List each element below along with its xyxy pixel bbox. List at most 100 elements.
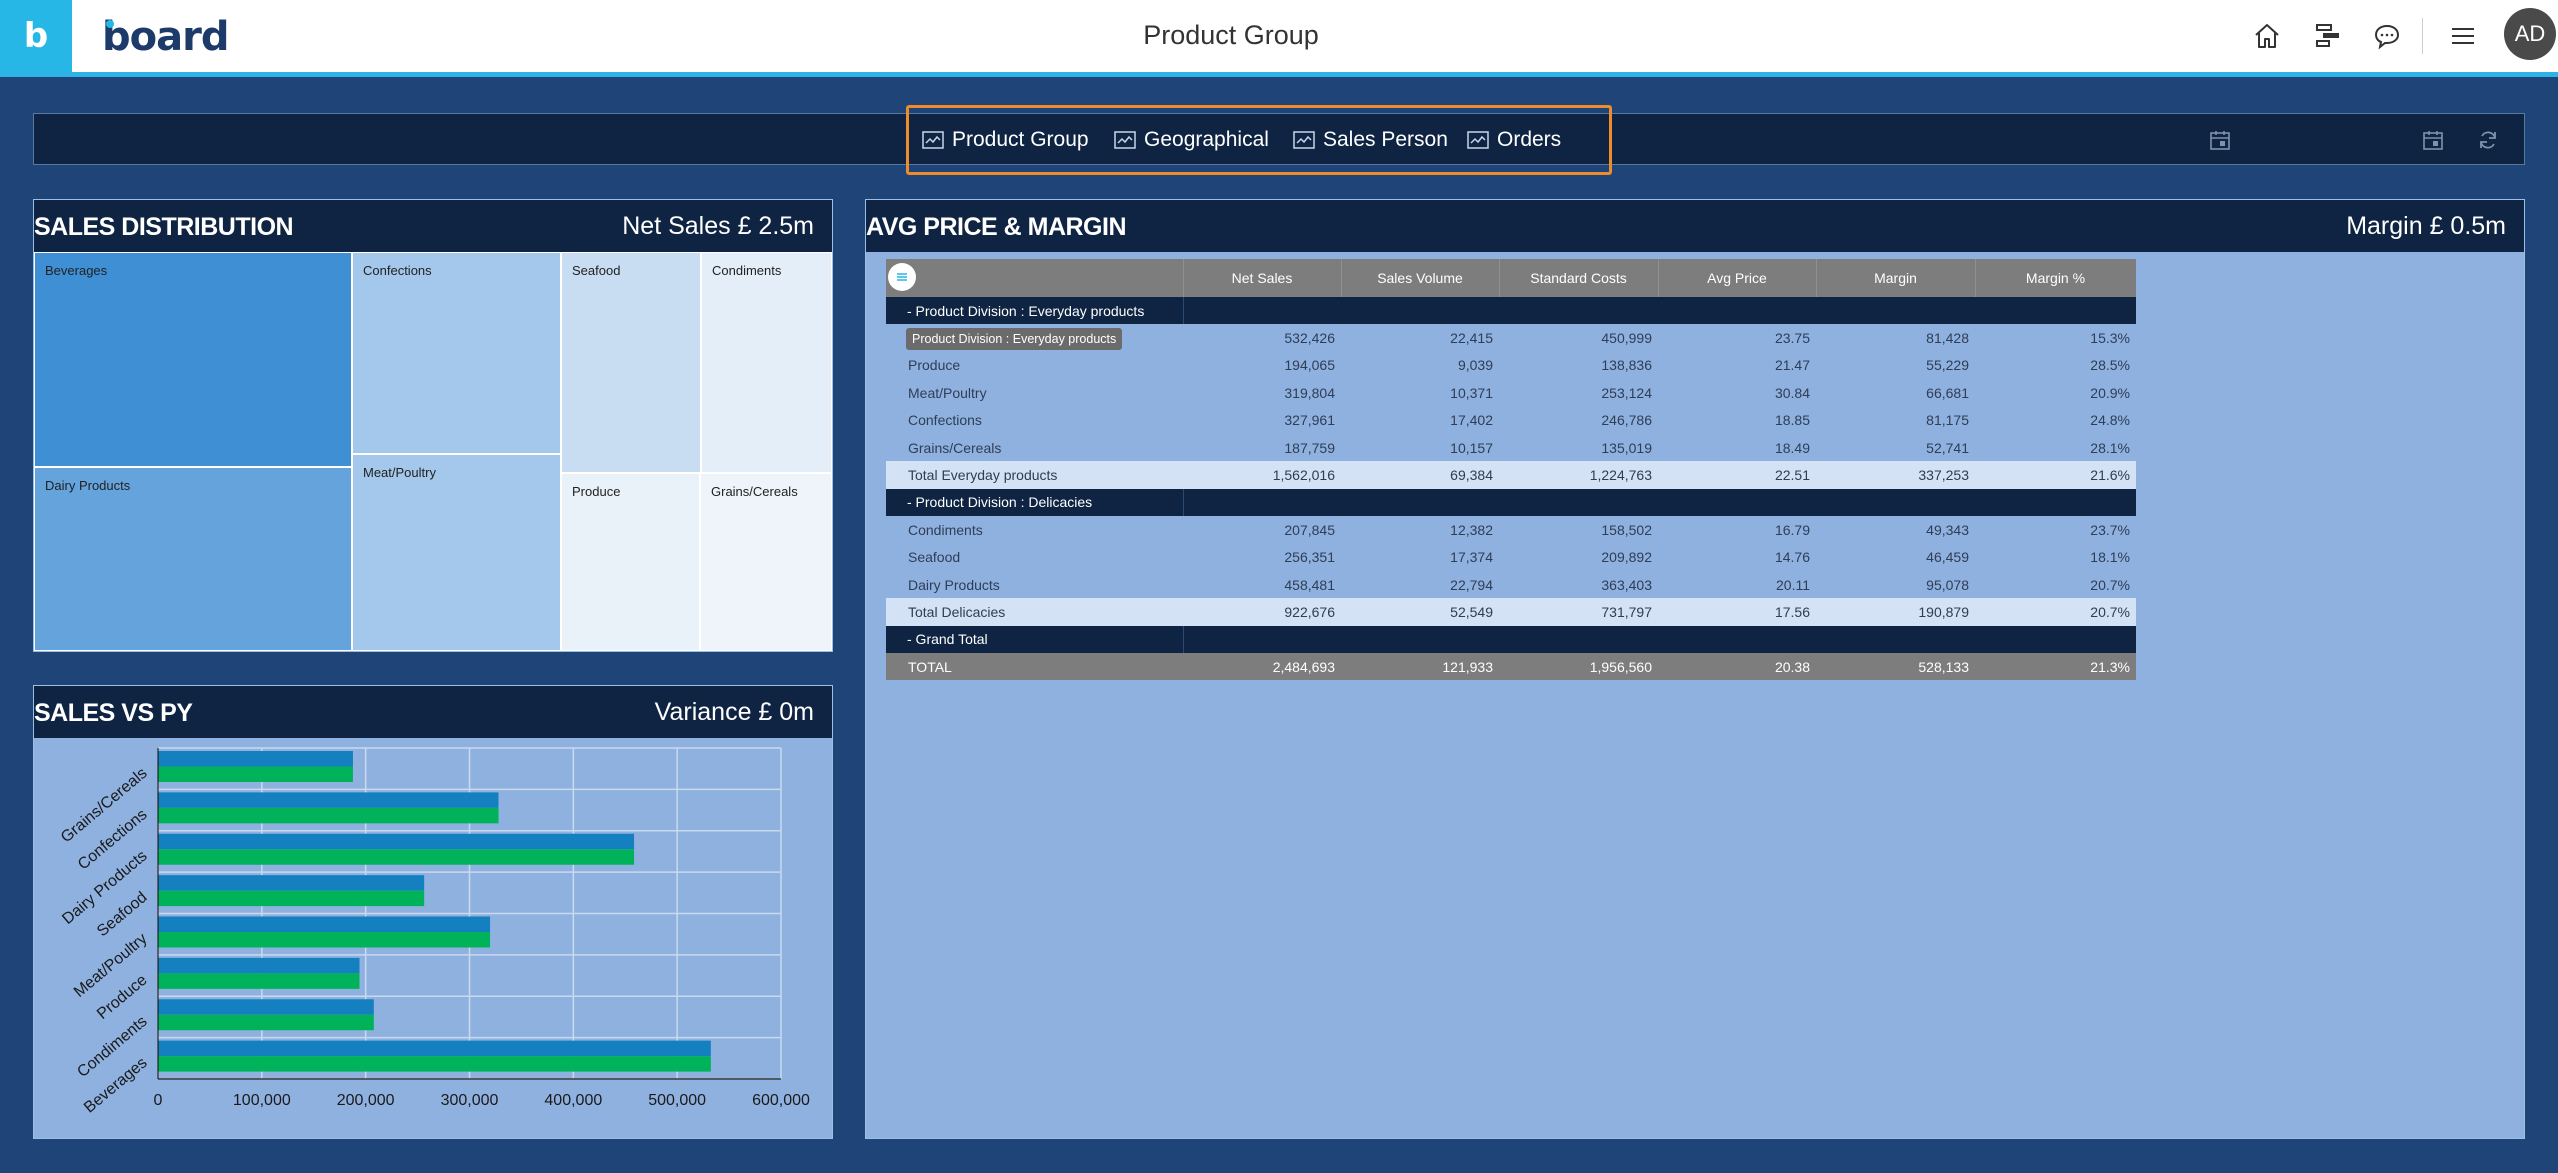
column-header-sales-volume[interactable]: Sales Volume: [1341, 259, 1499, 297]
panel-title: SALES DISTRIBUTION: [34, 213, 294, 241]
cell-net-sales: 327,961: [1284, 412, 1335, 429]
home-icon[interactable]: [2249, 18, 2285, 54]
column-header-standard-costs[interactable]: Standard Costs: [1499, 259, 1658, 297]
treemap-cell-beverages[interactable]: Beverages: [34, 252, 352, 467]
sales-vs-py-bar-chart: 0 100,000 200,000 300,000 400,000 500,000 600,…: [58, 747, 810, 1117]
treemap-cell-produce[interactable]: Produce: [561, 473, 700, 651]
menu-item-geographical[interactable]: Geographical: [1114, 127, 1269, 153]
cell-net-sales: 194,065: [1284, 357, 1335, 374]
treemap-cell-seafood[interactable]: Seafood: [561, 252, 701, 473]
table-row: Dairy Products 458,481 22,794 363,403 20.11 9…: [886, 571, 2136, 598]
treemap-cell-meat-poultry[interactable]: Meat/Poultry: [352, 454, 561, 651]
bar-grains-cereals-s2[interactable]: [158, 766, 353, 783]
layout-icon[interactable]: [2310, 18, 2346, 54]
cell-avg-price: 18.49: [1774, 439, 1810, 456]
row-label: Produce: [908, 357, 961, 374]
cell-avg-price: 22.51: [1774, 467, 1810, 484]
bar-condiments-s1[interactable]: [158, 999, 374, 1015]
cell-margin: 20.9%: [2090, 384, 2130, 401]
cell-sales-volume: 22,415: [1450, 330, 1493, 347]
cell-net-sales: 1,562,016: [1272, 467, 1335, 484]
table-row: Seafood 256,351 17,374 209,892 14.76 46,459 18…: [886, 544, 2136, 571]
menu-item-sales-person[interactable]: Sales Person: [1293, 127, 1448, 153]
bar-beverages-s2[interactable]: [158, 1056, 711, 1072]
panel-title: AVG PRICE & MARGIN: [866, 213, 1127, 241]
bar-grains-cereals-s1[interactable]: [158, 751, 353, 767]
column-header-margin[interactable]: Margin %: [1975, 259, 2136, 297]
calendar-icon[interactable]: [2419, 126, 2447, 154]
bar-condiments-s2[interactable]: [158, 1014, 374, 1031]
accent-line: [0, 72, 2558, 77]
cell-margin: 21.3%: [2090, 658, 2130, 675]
column-header-net-sales[interactable]: Net Sales: [1183, 259, 1341, 297]
top-bar: b board Product Group AD: [0, 0, 2558, 72]
cell-net-sales: 187,759: [1284, 439, 1335, 456]
treemap-cell-grains-cereals[interactable]: Grains/Cereals: [700, 473, 832, 651]
menu-item-product-group[interactable]: Product Group: [922, 127, 1089, 153]
toolbar-divider: [2422, 18, 2423, 54]
cell-sales-volume: 22,794: [1450, 576, 1493, 593]
cell-margin: 337,253: [1918, 467, 1969, 484]
x-tick-label: 300,000: [441, 1092, 499, 1109]
cell-sales-volume: 10,371: [1450, 384, 1493, 401]
row-label: Dairy Products: [908, 576, 1000, 593]
bar-seafood-s2[interactable]: [158, 890, 425, 907]
cell-net-sales: 256,351: [1284, 549, 1335, 566]
cell-margin: 28.5%: [2090, 357, 2130, 374]
row-label: Total Delicacies: [908, 603, 1006, 620]
menu-item-orders[interactable]: Orders: [1467, 127, 1561, 153]
bar-dairy-products-s2[interactable]: [158, 849, 635, 865]
panel-header: SALES DISTRIBUTION Net Sales £ 2.5m: [34, 200, 832, 252]
cell-margin: 20.7%: [2090, 603, 2130, 620]
refresh-icon[interactable]: [2474, 126, 2502, 154]
treemap-cell-dairy-products[interactable]: Dairy Products: [34, 467, 352, 651]
screen-menu-bar: Product Group Geographical Sales Person …: [33, 105, 2525, 175]
cell-margin: 23.7%: [2090, 521, 2130, 538]
cell-net-sales: 207,845: [1284, 521, 1335, 538]
division-header-row[interactable]: - Product Division : Delicacies: [886, 488, 2136, 517]
screen-icon: [1467, 131, 1489, 149]
menu-item-label: Product Group: [952, 128, 1089, 151]
cell-avg-price: 18.85: [1774, 412, 1810, 429]
row-label: Total Everyday products: [908, 467, 1058, 484]
bar-meat-poultry-s1[interactable]: [158, 916, 491, 933]
treemap-cell-confections[interactable]: Confections: [352, 252, 561, 454]
bar-confections-s1[interactable]: [158, 792, 499, 808]
x-tick-label: 0: [154, 1092, 163, 1109]
bar-dairy-products-s1[interactable]: [158, 833, 635, 850]
row-label: TOTAL: [908, 658, 952, 675]
cell-standard-costs: 363,403: [1601, 576, 1652, 593]
bar-beverages-s1[interactable]: [158, 1040, 711, 1057]
user-avatar[interactable]: AD: [2504, 8, 2556, 60]
cell-sales-volume: 52,549: [1450, 603, 1493, 620]
cell-sales-volume: 69,384: [1450, 467, 1493, 484]
chat-icon[interactable]: [2369, 18, 2405, 54]
cell-avg-price: 16.79: [1774, 521, 1810, 538]
grid-menu-icon[interactable]: [888, 263, 916, 291]
menu-item-label: Orders: [1497, 128, 1562, 151]
bar-produce-s1[interactable]: [158, 957, 360, 974]
sales-vs-py-panel: SALES VS PY Variance £ 0m 0 100,000 200,00…: [33, 685, 833, 1139]
division-header-row[interactable]: - Grand Total: [886, 625, 2136, 654]
column-header-avg-price[interactable]: Avg Price: [1658, 259, 1816, 297]
cell-avg-price: 20.38: [1774, 658, 1810, 675]
bar-produce-s2[interactable]: [158, 973, 360, 989]
row-label: Confections: [908, 412, 982, 429]
cell-margin: 95,078: [1926, 576, 1969, 593]
division-header-row[interactable]: - Product Division : Everyday products: [886, 297, 2136, 325]
panel-kpi: Variance £ 0m: [654, 698, 814, 726]
column-header-margin[interactable]: Margin: [1816, 259, 1975, 297]
calendar-icon[interactable]: [2206, 126, 2234, 154]
bar-confections-s2[interactable]: [158, 807, 499, 824]
cell-standard-costs: 1,956,560: [1589, 658, 1652, 675]
column-divider: [1183, 625, 1184, 654]
hamburger-icon[interactable]: [2445, 18, 2481, 54]
cell-net-sales: 458,481: [1284, 576, 1335, 593]
grand-total-row: TOTAL 2,484,693 121,933 1,956,560 20.38 528,1…: [886, 653, 2136, 681]
cell-standard-costs: 138,836: [1601, 357, 1652, 374]
bar-seafood-s1[interactable]: [158, 875, 425, 891]
grid-header-row: Net Sales Sales Volume Standard Costs Avg P…: [886, 259, 2136, 297]
treemap-cell-condiments[interactable]: Condiments: [701, 252, 832, 473]
bar-meat-poultry-s2[interactable]: [158, 932, 491, 948]
cell-net-sales: 2,484,693: [1272, 658, 1335, 675]
